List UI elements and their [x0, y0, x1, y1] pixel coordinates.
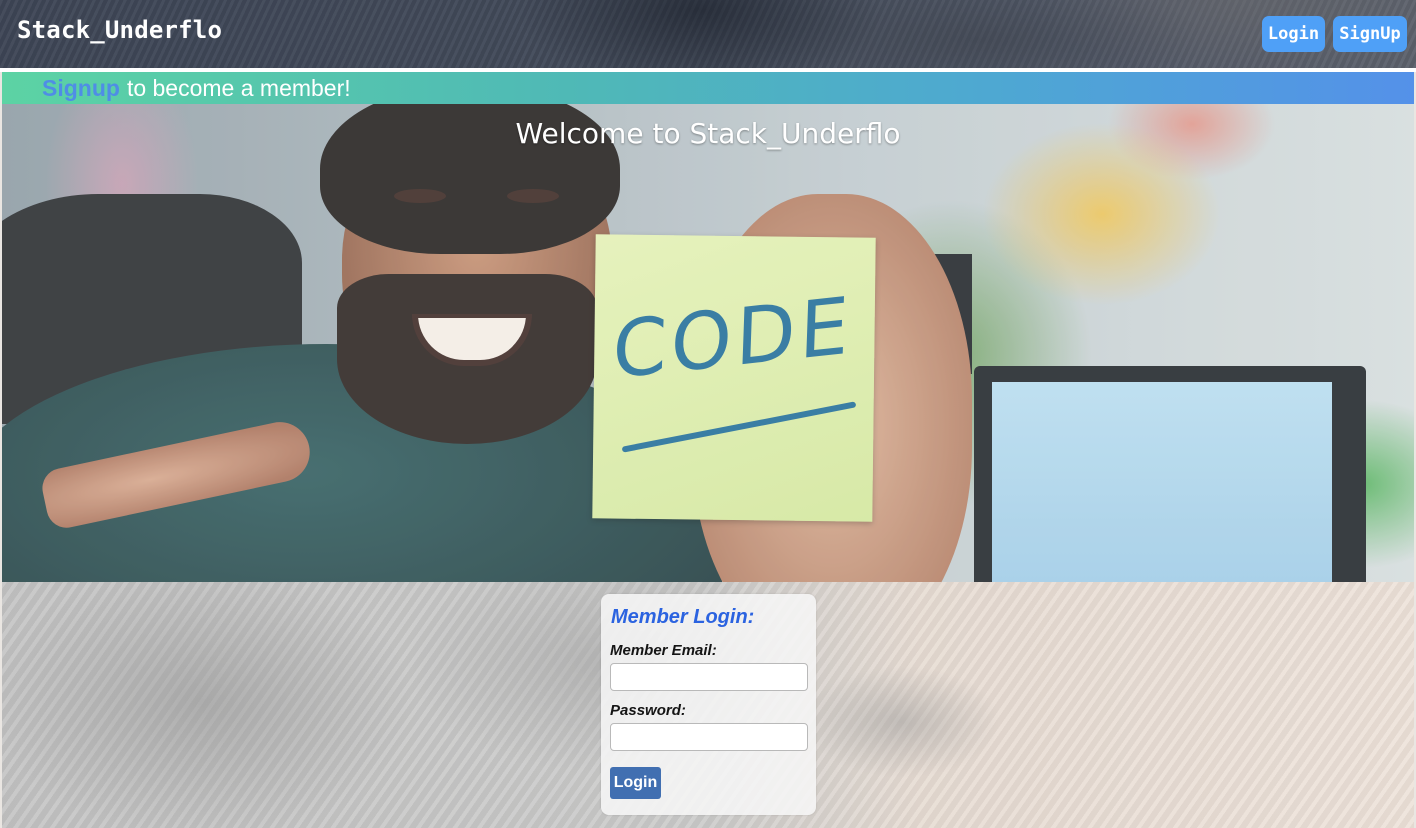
- login-submit-button[interactable]: Login: [610, 767, 661, 799]
- brand-title[interactable]: Stack_Underflo: [17, 16, 222, 44]
- nav-login-button[interactable]: Login: [1262, 16, 1325, 52]
- signup-banner: Signup to become a member!: [2, 72, 1414, 104]
- password-field[interactable]: [610, 723, 808, 751]
- hero-title: Welcome to Stack_Underflo: [515, 117, 901, 150]
- hero-overlay: [2, 104, 1414, 582]
- banner-signup-link[interactable]: Signup: [42, 75, 120, 102]
- login-form-title: Member Login:: [611, 606, 755, 628]
- nav-signup-button[interactable]: SignUp: [1333, 16, 1407, 52]
- top-navbar: Stack_Underflo Login SignUp: [0, 0, 1416, 68]
- email-label: Member Email:: [610, 642, 717, 659]
- hero-image: CODE Welcome to Stack_Underflo: [2, 104, 1414, 582]
- banner-text: to become a member!: [126, 74, 351, 101]
- email-field[interactable]: [610, 663, 808, 691]
- member-login-form: Member Login: Member Email: Password: Lo…: [601, 594, 816, 815]
- password-label: Password:: [610, 702, 686, 719]
